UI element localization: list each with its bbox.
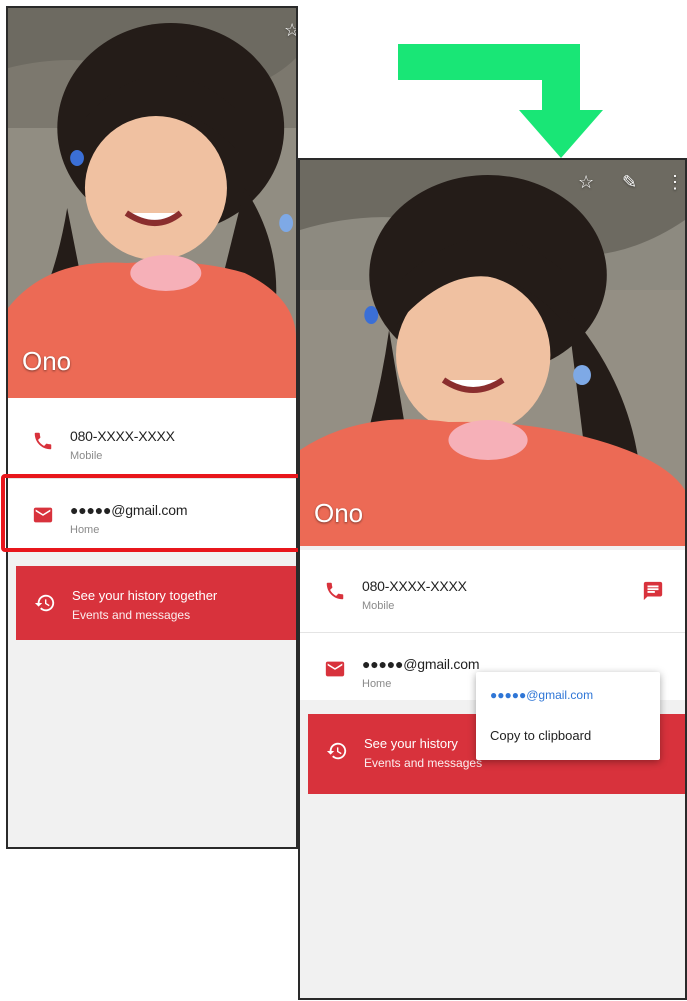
screen-after: ☆ ✎ ⋮ Ono 080-XXXX-XXXX Mobile ●●●●●@gma… [298, 158, 687, 1000]
phone-icon [34, 432, 52, 450]
edit-icon[interactable]: ✎ [622, 172, 637, 192]
history-subtitle: Events and messages [364, 756, 483, 770]
screen-before: ☆ ✎ Ono 080-XXXX-XXXX Mobile ●●●●●@gmail… [6, 6, 298, 849]
history-title: See your history [364, 736, 458, 751]
contact-name: Ono [22, 346, 72, 376]
email-type: Home [362, 678, 392, 690]
history-icon [326, 742, 347, 760]
phone-icon [326, 582, 344, 600]
phone-type: Mobile [70, 450, 103, 462]
contact-photo [8, 8, 296, 398]
transition-arrow-icon [398, 44, 603, 158]
phone-number: 080-XXXX-XXXX [362, 578, 467, 594]
email-icon [325, 661, 345, 677]
email-context-menu: ●●●●●@gmail.com Copy to clipboard [476, 672, 660, 760]
star-icon[interactable]: ☆ [578, 172, 594, 192]
history-card[interactable]: See your history together Events and mes… [16, 566, 296, 640]
message-icon[interactable] [642, 580, 664, 602]
phone-type: Mobile [362, 600, 395, 612]
star-icon[interactable]: ☆ [284, 20, 296, 40]
history-icon [34, 594, 55, 612]
email-row-highlight [1, 474, 304, 552]
email-address: ●●●●●@gmail.com [362, 656, 480, 672]
more-icon[interactable]: ⋮ [666, 172, 684, 192]
history-subtitle: Events and messages [72, 608, 191, 622]
contact-photo [300, 160, 685, 546]
history-title: See your history together [72, 588, 218, 603]
context-menu-email[interactable]: ●●●●●@gmail.com [490, 688, 593, 702]
phone-number: 080-XXXX-XXXX [70, 428, 175, 444]
contact-name: Ono [314, 498, 364, 528]
copy-to-clipboard-option[interactable]: Copy to clipboard [490, 728, 591, 743]
phone-row[interactable]: 080-XXXX-XXXX Mobile [8, 404, 296, 476]
phone-row[interactable]: 080-XXXX-XXXX Mobile [300, 554, 685, 626]
